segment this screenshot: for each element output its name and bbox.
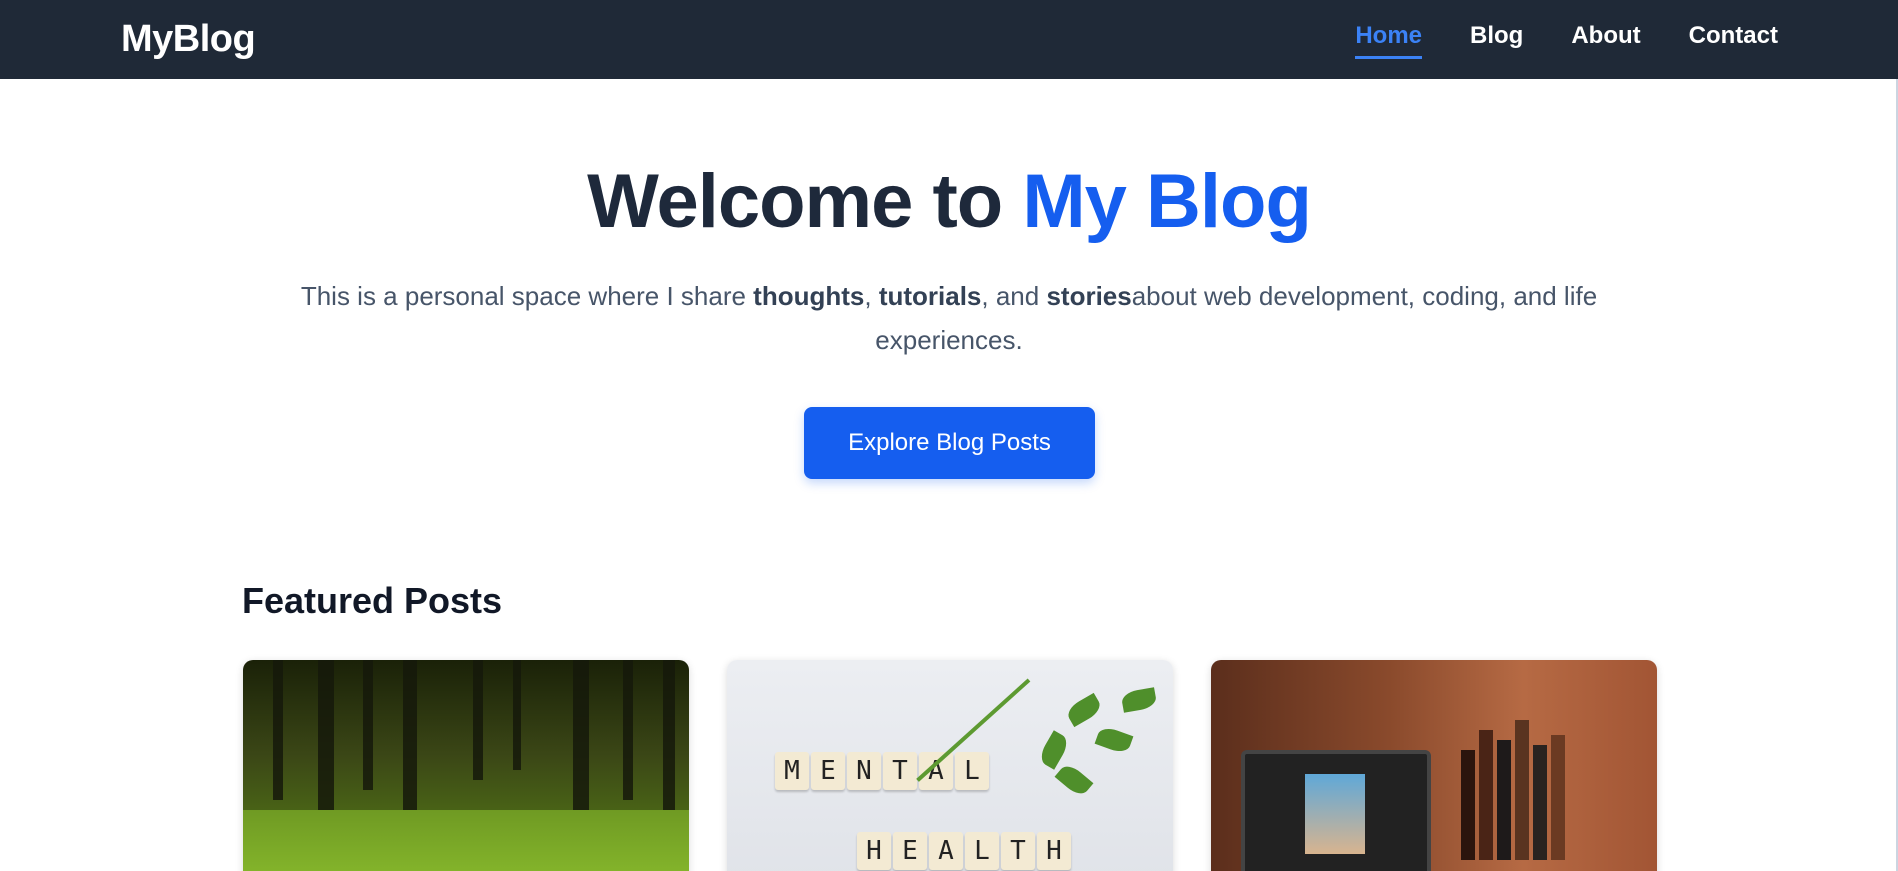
leaf-icon xyxy=(1036,730,1072,770)
hero-text-part1: This is a personal space where I share xyxy=(300,280,754,311)
hero-text-part2: , xyxy=(864,280,879,311)
nav-link-about[interactable]: About xyxy=(1571,22,1640,59)
laptop-screen-photo xyxy=(1305,774,1365,854)
nav-link-home[interactable]: Home xyxy=(1355,22,1423,59)
hero-description: This is a personal space where I share t… xyxy=(289,274,1609,362)
featured-post-card-mental-health[interactable]: M E N T A L H E A L T H xyxy=(727,660,1173,871)
hero-section: Welcome to My Blog This is a personal sp… xyxy=(0,160,1898,362)
site-logo[interactable]: MyBlog xyxy=(121,18,256,61)
letter-tile: H xyxy=(857,832,891,870)
leaf-icon xyxy=(1054,761,1094,799)
hero-text-part3: , and xyxy=(981,280,1047,311)
featured-posts-heading: Featured Posts xyxy=(242,580,503,621)
letter-tile: E xyxy=(893,832,927,870)
explore-blog-posts-button[interactable]: Explore Blog Posts xyxy=(804,407,1095,479)
featured-post-card-desk[interactable] xyxy=(1211,660,1657,871)
leaf-icon xyxy=(1094,724,1134,756)
letter-tile: L xyxy=(955,752,989,790)
nav-link-blog[interactable]: Blog xyxy=(1470,22,1523,59)
top-navbar: MyBlog Home Blog About Contact xyxy=(0,0,1898,79)
grass-area xyxy=(243,810,689,871)
hero-title: Welcome to My Blog xyxy=(0,160,1898,244)
hero-text-bold-thoughts: thoughts xyxy=(753,280,865,311)
nav-links: Home Blog About Contact xyxy=(1355,22,1778,59)
featured-post-card-forest[interactable] xyxy=(243,660,689,871)
nav-link-contact[interactable]: Contact xyxy=(1689,22,1778,59)
letter-tile: M xyxy=(775,752,809,790)
leaf-icon xyxy=(1120,687,1158,713)
letter-tile: L xyxy=(965,832,999,870)
letter-tile: A xyxy=(929,832,963,870)
hero-text-bold-tutorials: tutorials xyxy=(878,280,982,311)
hero-title-accent: My Blog xyxy=(1022,159,1312,244)
laptop-image xyxy=(1241,750,1431,871)
hero-text-bold-stories: stories xyxy=(1046,280,1132,311)
letter-tile: H xyxy=(1037,832,1071,870)
letter-tile: E xyxy=(811,752,845,790)
letter-tile: T xyxy=(883,752,917,790)
leaf-icon xyxy=(1064,692,1104,728)
letter-tile: T xyxy=(1001,832,1035,870)
letter-tile: N xyxy=(847,752,881,790)
hero-title-prefix: Welcome to xyxy=(587,159,1023,244)
